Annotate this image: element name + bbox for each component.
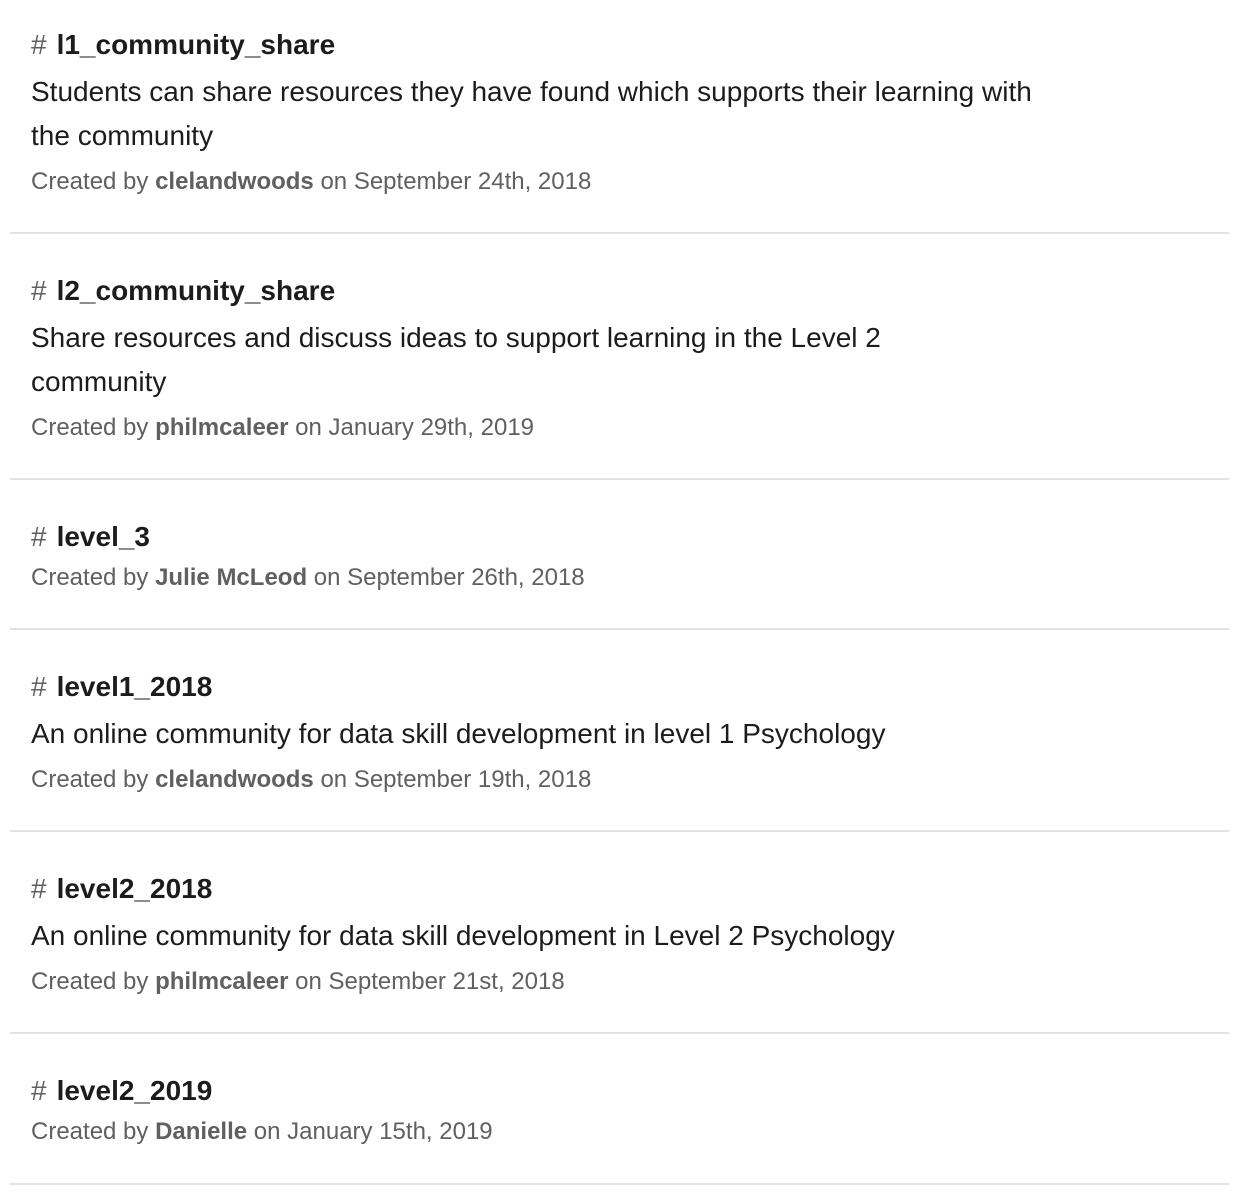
hash-icon: # [31, 873, 47, 904]
channel-purpose: An online community for data skill devel… [31, 718, 886, 749]
channel-created-info: Created by clelandwoods on September 24t… [31, 167, 591, 197]
channel-purpose: Students can share resources they have f… [31, 76, 1032, 151]
created-prefix: Created by [31, 414, 149, 441]
created-date: on January 29th, 2019 [295, 414, 535, 441]
created-prefix: Created by [31, 766, 149, 793]
channel-row-l1-community-share[interactable]: # l1_community_share Students can share … [10, 0, 1229, 234]
created-prefix: Created by [31, 968, 149, 995]
channel-name[interactable]: l2_community_share [57, 274, 336, 308]
channel-created-info: Created by Julie McLeod on September 26t… [31, 563, 585, 593]
channel-created-info: Created by Danielle on January 15th, 201… [31, 1117, 493, 1147]
created-prefix: Created by [31, 564, 149, 591]
channel-title: # l1_community_share [31, 28, 335, 62]
creator-name: clelandwoods [155, 168, 314, 195]
channel-title: # level1_2018 [31, 670, 212, 704]
created-prefix: Created by [31, 168, 149, 195]
created-date: on January 15th, 2019 [253, 1118, 493, 1145]
hash-icon: # [31, 1075, 47, 1106]
created-date: on September 26th, 2018 [313, 564, 585, 591]
channel-name[interactable]: level2_2019 [57, 1074, 213, 1108]
channel-name[interactable]: level_3 [57, 520, 150, 554]
channel-title: # level2_2018 [31, 872, 212, 906]
hash-icon: # [31, 275, 47, 306]
channel-purpose: An online community for data skill devel… [31, 920, 895, 951]
channel-title: # level_3 [31, 520, 150, 554]
creator-name: Julie McLeod [155, 564, 308, 591]
created-date: on September 21st, 2018 [295, 968, 565, 995]
creator-name: philmcaleer [155, 968, 289, 995]
channel-created-info: Created by philmcaleer on January 29th, … [31, 413, 534, 443]
channel-row-level1-2018[interactable]: # level1_2018 An online community for da… [10, 630, 1229, 832]
hash-icon: # [31, 521, 47, 552]
created-prefix: Created by [31, 1118, 149, 1145]
channel-name[interactable]: level1_2018 [57, 670, 213, 704]
channel-row-l2-community-share[interactable]: # l2_community_share Share resources and… [10, 234, 1229, 480]
creator-name: clelandwoods [155, 766, 314, 793]
channel-title: # level2_2019 [31, 1074, 212, 1108]
channel-row-level-3[interactable]: # level_3 Created by Julie McLeod on Sep… [10, 480, 1229, 630]
channel-row-level2-2019[interactable]: # level2_2019 Created by Danielle on Jan… [10, 1034, 1229, 1185]
created-date: on September 19th, 2018 [320, 766, 592, 793]
channel-name[interactable]: l1_community_share [57, 28, 336, 62]
creator-name: philmcaleer [155, 414, 289, 441]
hash-icon: # [31, 671, 47, 702]
channel-created-info: Created by clelandwoods on September 19t… [31, 765, 591, 795]
creator-name: Danielle [155, 1118, 248, 1145]
channel-row-level2-2018[interactable]: # level2_2018 An online community for da… [10, 832, 1229, 1034]
hash-icon: # [31, 29, 47, 60]
channel-title: # l2_community_share [31, 274, 335, 308]
channel-purpose: Share resources and discuss ideas to sup… [31, 322, 881, 397]
channel-name[interactable]: level2_2018 [57, 872, 213, 906]
channel-created-info: Created by philmcaleer on September 21st… [31, 967, 565, 997]
created-date: on September 24th, 2018 [320, 168, 592, 195]
